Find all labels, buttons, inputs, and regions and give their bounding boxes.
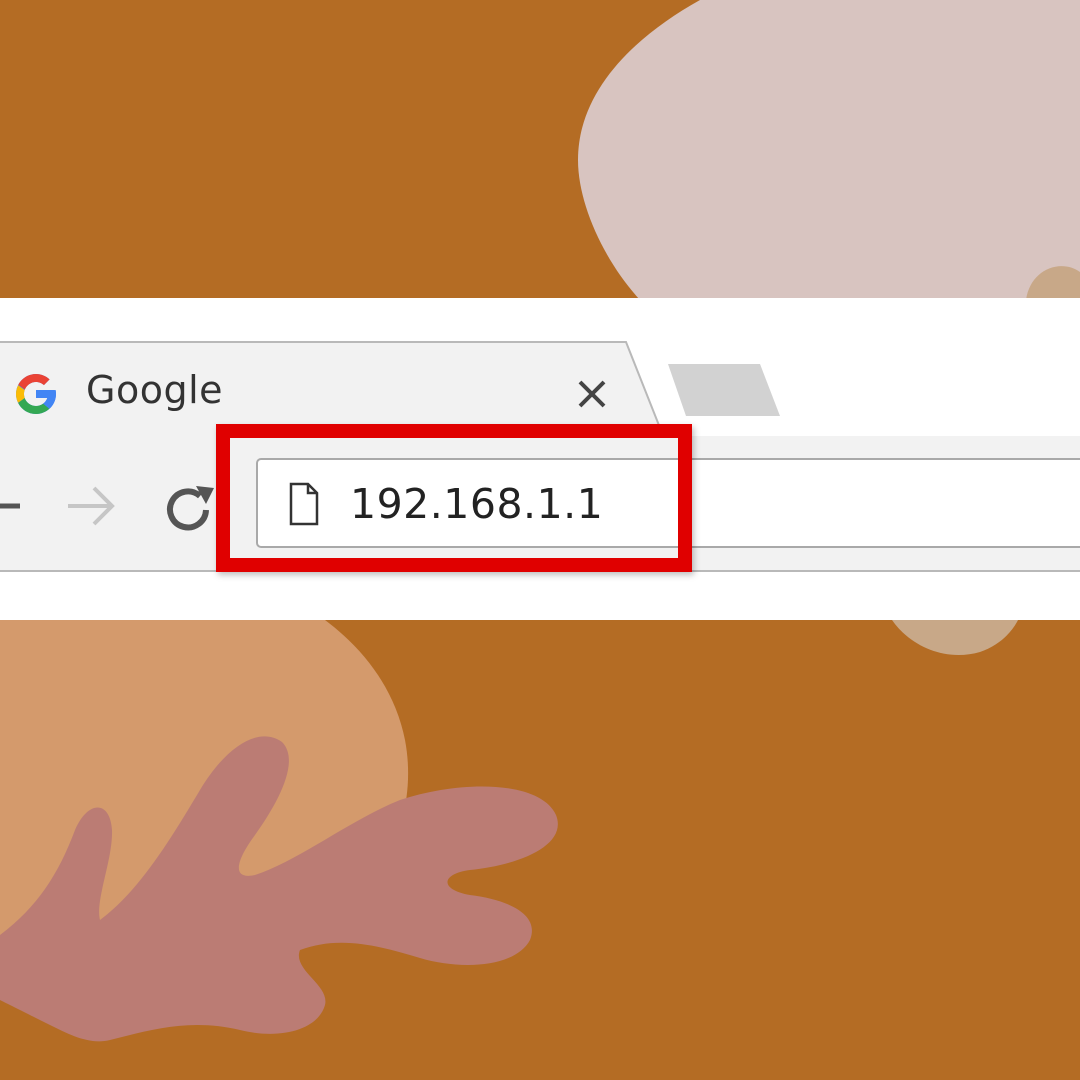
beige-blob-shape-lower — [892, 620, 1018, 656]
pink-blob-shape — [578, 0, 1080, 300]
reload-icon[interactable] — [160, 480, 220, 540]
close-icon[interactable] — [572, 374, 612, 414]
back-arrow-icon[interactable] — [0, 486, 30, 526]
new-tab-shape[interactable] — [668, 364, 780, 416]
tab-title: Google — [86, 368, 224, 412]
google-g-icon — [16, 374, 56, 414]
browser-screenshot-strip: Google 192.168.1.1 — [0, 298, 1080, 620]
forward-arrow-icon[interactable] — [64, 482, 120, 530]
highlight-box — [216, 424, 692, 572]
